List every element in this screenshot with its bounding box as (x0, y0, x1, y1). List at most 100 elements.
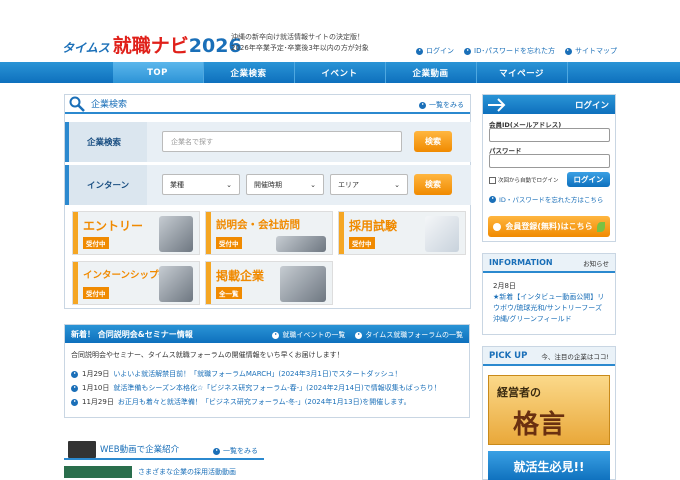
forgot-label: ID・パスワードを忘れた方はこちら (499, 196, 604, 204)
tile-badge: 受付中 (83, 237, 109, 249)
area-value: エリア (338, 180, 359, 189)
arrow-icon (71, 384, 78, 392)
nav-company-videos[interactable]: 企業動画 (386, 62, 477, 83)
event-list-link[interactable]: 就職イベントの一覧 (272, 330, 345, 340)
tile-listed-companies[interactable]: 掲載企業 全一覧 (205, 261, 333, 305)
tile-bar (73, 212, 78, 254)
company-search-button[interactable]: 検索 (414, 131, 452, 152)
executive-quote-banner[interactable]: 経営者の 格言 (488, 375, 610, 445)
video-header: WEB動画で企業紹介 一覧をみる (64, 440, 264, 460)
news-item[interactable]: 1月10日 就活準備もシーズン本格化☆「ビジネス研究フォーラム-春-」(2024年… (65, 381, 469, 395)
header-link-label: サイトマップ (574, 47, 617, 55)
login-panel: ログイン 会員ID(メールアドレス) パスワード 次回から自動でログイン ログイ… (482, 94, 616, 242)
tile-badge: 全一覧 (216, 287, 242, 299)
forgot-password-link[interactable]: ID・パスワードを忘れた方はこちら (489, 194, 603, 204)
auto-login-checkbox[interactable] (489, 176, 496, 184)
logo-main: 就職ナビ (112, 35, 189, 57)
arrow-icon (272, 331, 280, 339)
header-link-forgot[interactable]: ID･パスワードを忘れた方 (464, 46, 555, 56)
pickup-subtitle: 今、注目の企業はココ! (541, 352, 609, 361)
arrow-icon (416, 47, 423, 55)
site-logo[interactable]: タイムス 就職ナビ 2026 (62, 31, 242, 58)
seminar-intro: 合同説明会やセミナー、タイムス就職フォーラムの開催情報をいち早くお届けします！ (71, 351, 344, 359)
document-photo (425, 216, 459, 252)
news-date: 1月29日 (82, 370, 110, 378)
more-label: 一覧をみる (429, 101, 464, 109)
nav-company-search[interactable]: 企業検索 (204, 62, 295, 83)
intern-search-button[interactable]: 検索 (414, 174, 452, 195)
link-label: 就職イベントの一覧 (282, 331, 346, 339)
register-button[interactable]: 会員登録(無料)はこちら (488, 216, 610, 237)
tile-bar (339, 212, 344, 254)
pickup-header: PICK UP 今、注目の企業はココ! (483, 347, 615, 366)
information-item[interactable]: 2月8日 ★新着【インタビュー動画公開】リウボウ/琉球光和/サントリーフーズ沖縄… (483, 273, 615, 325)
member-id-input[interactable] (489, 128, 610, 142)
video-caption: さまざまな企業の採用活動動画 (138, 468, 236, 476)
nav-top[interactable]: TOP (112, 62, 204, 83)
arrow-icon (213, 447, 220, 455)
tile-title: 採用試験 (349, 219, 398, 233)
company-name-input[interactable]: 企業名で探す (162, 131, 402, 152)
arrow-icon (71, 398, 78, 406)
nav-events[interactable]: イベント (295, 62, 386, 83)
header-link-login[interactable]: ログイン (416, 46, 454, 56)
period-select[interactable]: 開催時期 ⌄ (246, 174, 324, 195)
news-text: お正月も着々と就活準備！「ビジネス研究フォーラム-冬-」(2024年1月13日)… (117, 398, 411, 406)
job-seeker-banner[interactable]: 就活生必見!! (488, 451, 610, 480)
login-button[interactable]: ログイン (567, 172, 610, 187)
video-more-link[interactable]: 一覧をみる (213, 446, 258, 456)
news-text: いよいよ就活解禁目前！「就職フォーラムMARCH」(2024年3月1日)でスター… (113, 370, 402, 378)
handshake-photo (159, 266, 193, 302)
pickup-panel: PICK UP 今、注目の企業はココ! 経営者の 格言 就活生必見!! (482, 346, 616, 480)
logo-prefix: タイムス (62, 41, 110, 55)
tile-bar (206, 212, 211, 254)
company-search-label: 企業検索 (65, 122, 147, 162)
arrow-icon (464, 47, 471, 55)
person-photo (159, 216, 193, 252)
arrow-icon (564, 47, 572, 55)
tagline: 沖縄の新卒向け就活情報サイトの決定版！ 2026年卒業予定･卒業後3年以内の方が… (231, 32, 369, 54)
search-panel-header: 企業検索 一覧をみる (65, 95, 470, 114)
seminar-panel: 新着！ 合同説明会&セミナー情報 就職イベントの一覧 タイムス就職フォーラムの一… (64, 324, 470, 418)
clapper-icon (68, 441, 96, 458)
search-panel: 企業検索 一覧をみる 企業検索 企業名で探す 検索 インターン 業種 ⌄ 開催時期… (64, 94, 471, 309)
company-search-row: 企業検索 企業名で探す 検索 (65, 122, 471, 162)
register-label: 会員登録(無料)はこちら (505, 222, 593, 231)
area-select[interactable]: エリア ⌄ (330, 174, 408, 195)
chevron-down-icon: ⌄ (394, 180, 400, 189)
banner-line-1: 経営者の (497, 386, 541, 399)
tile-entry[interactable]: エントリー 受付中 (72, 211, 200, 255)
news-link[interactable]: お知らせ (583, 258, 609, 268)
search-more-link[interactable]: 一覧をみる (419, 100, 464, 110)
staff-photo (280, 266, 326, 302)
nav-mypage[interactable]: マイページ (477, 62, 568, 83)
tile-briefing[interactable]: 説明会・会社訪問 受付中 (205, 211, 333, 255)
news-item[interactable]: 11月29日 お正月も着々と就活準備！「ビジネス研究フォーラム-冬-」(2024年… (65, 395, 469, 409)
tile-exam[interactable]: 採用試験 受付中 (338, 211, 466, 255)
person-icon (493, 222, 502, 231)
banner-line-2: 格言 (513, 410, 566, 440)
intern-search-label: インターン (65, 165, 147, 205)
video-item[interactable]: さまざまな企業の採用活動動画 (64, 466, 264, 478)
intern-search-row: インターン 業種 ⌄ 開催時期 ⌄ エリア ⌄ 検索 (65, 165, 471, 205)
banner-label: 就活生必見!! (513, 459, 585, 474)
forum-list-link[interactable]: タイムス就職フォーラムの一覧 (355, 330, 463, 340)
industry-value: 業種 (170, 180, 184, 189)
tagline-line-2: 2026年卒業予定･卒業後3年以内の方が対象 (231, 44, 369, 52)
tile-title: 説明会・会社訪問 (216, 219, 300, 231)
information-text: ★新着【インタビュー動画公開】リウボウ/琉球光和/サントリーフーズ沖縄/グリーン… (493, 293, 605, 323)
tile-bar (73, 262, 78, 304)
video-thumbnail (64, 466, 132, 478)
auto-login-option[interactable]: 次回から自動でログイン (489, 176, 559, 184)
header-link-sitemap[interactable]: サイトマップ (564, 46, 617, 56)
auto-login-label: 次回から自動でログイン (498, 178, 559, 184)
industry-select[interactable]: 業種 ⌄ (162, 174, 240, 195)
video-title: WEB動画で企業紹介 (100, 445, 180, 455)
audience-photo (276, 236, 326, 252)
seminar-links: 就職イベントの一覧 タイムス就職フォーラムの一覧 (272, 330, 463, 340)
tile-internship[interactable]: インターンシップ等 受付中 (72, 261, 200, 305)
video-section: WEB動画で企業紹介 一覧をみる さまざまな企業の採用活動動画 (64, 440, 264, 480)
news-item[interactable]: 1月29日 いよいよ就活解禁目前！「就職フォーラムMARCH」(2024年3月1日… (65, 367, 469, 381)
tagline-line-1: 沖縄の新卒向け就活情報サイトの決定版！ (231, 33, 364, 41)
password-input[interactable] (489, 154, 610, 168)
